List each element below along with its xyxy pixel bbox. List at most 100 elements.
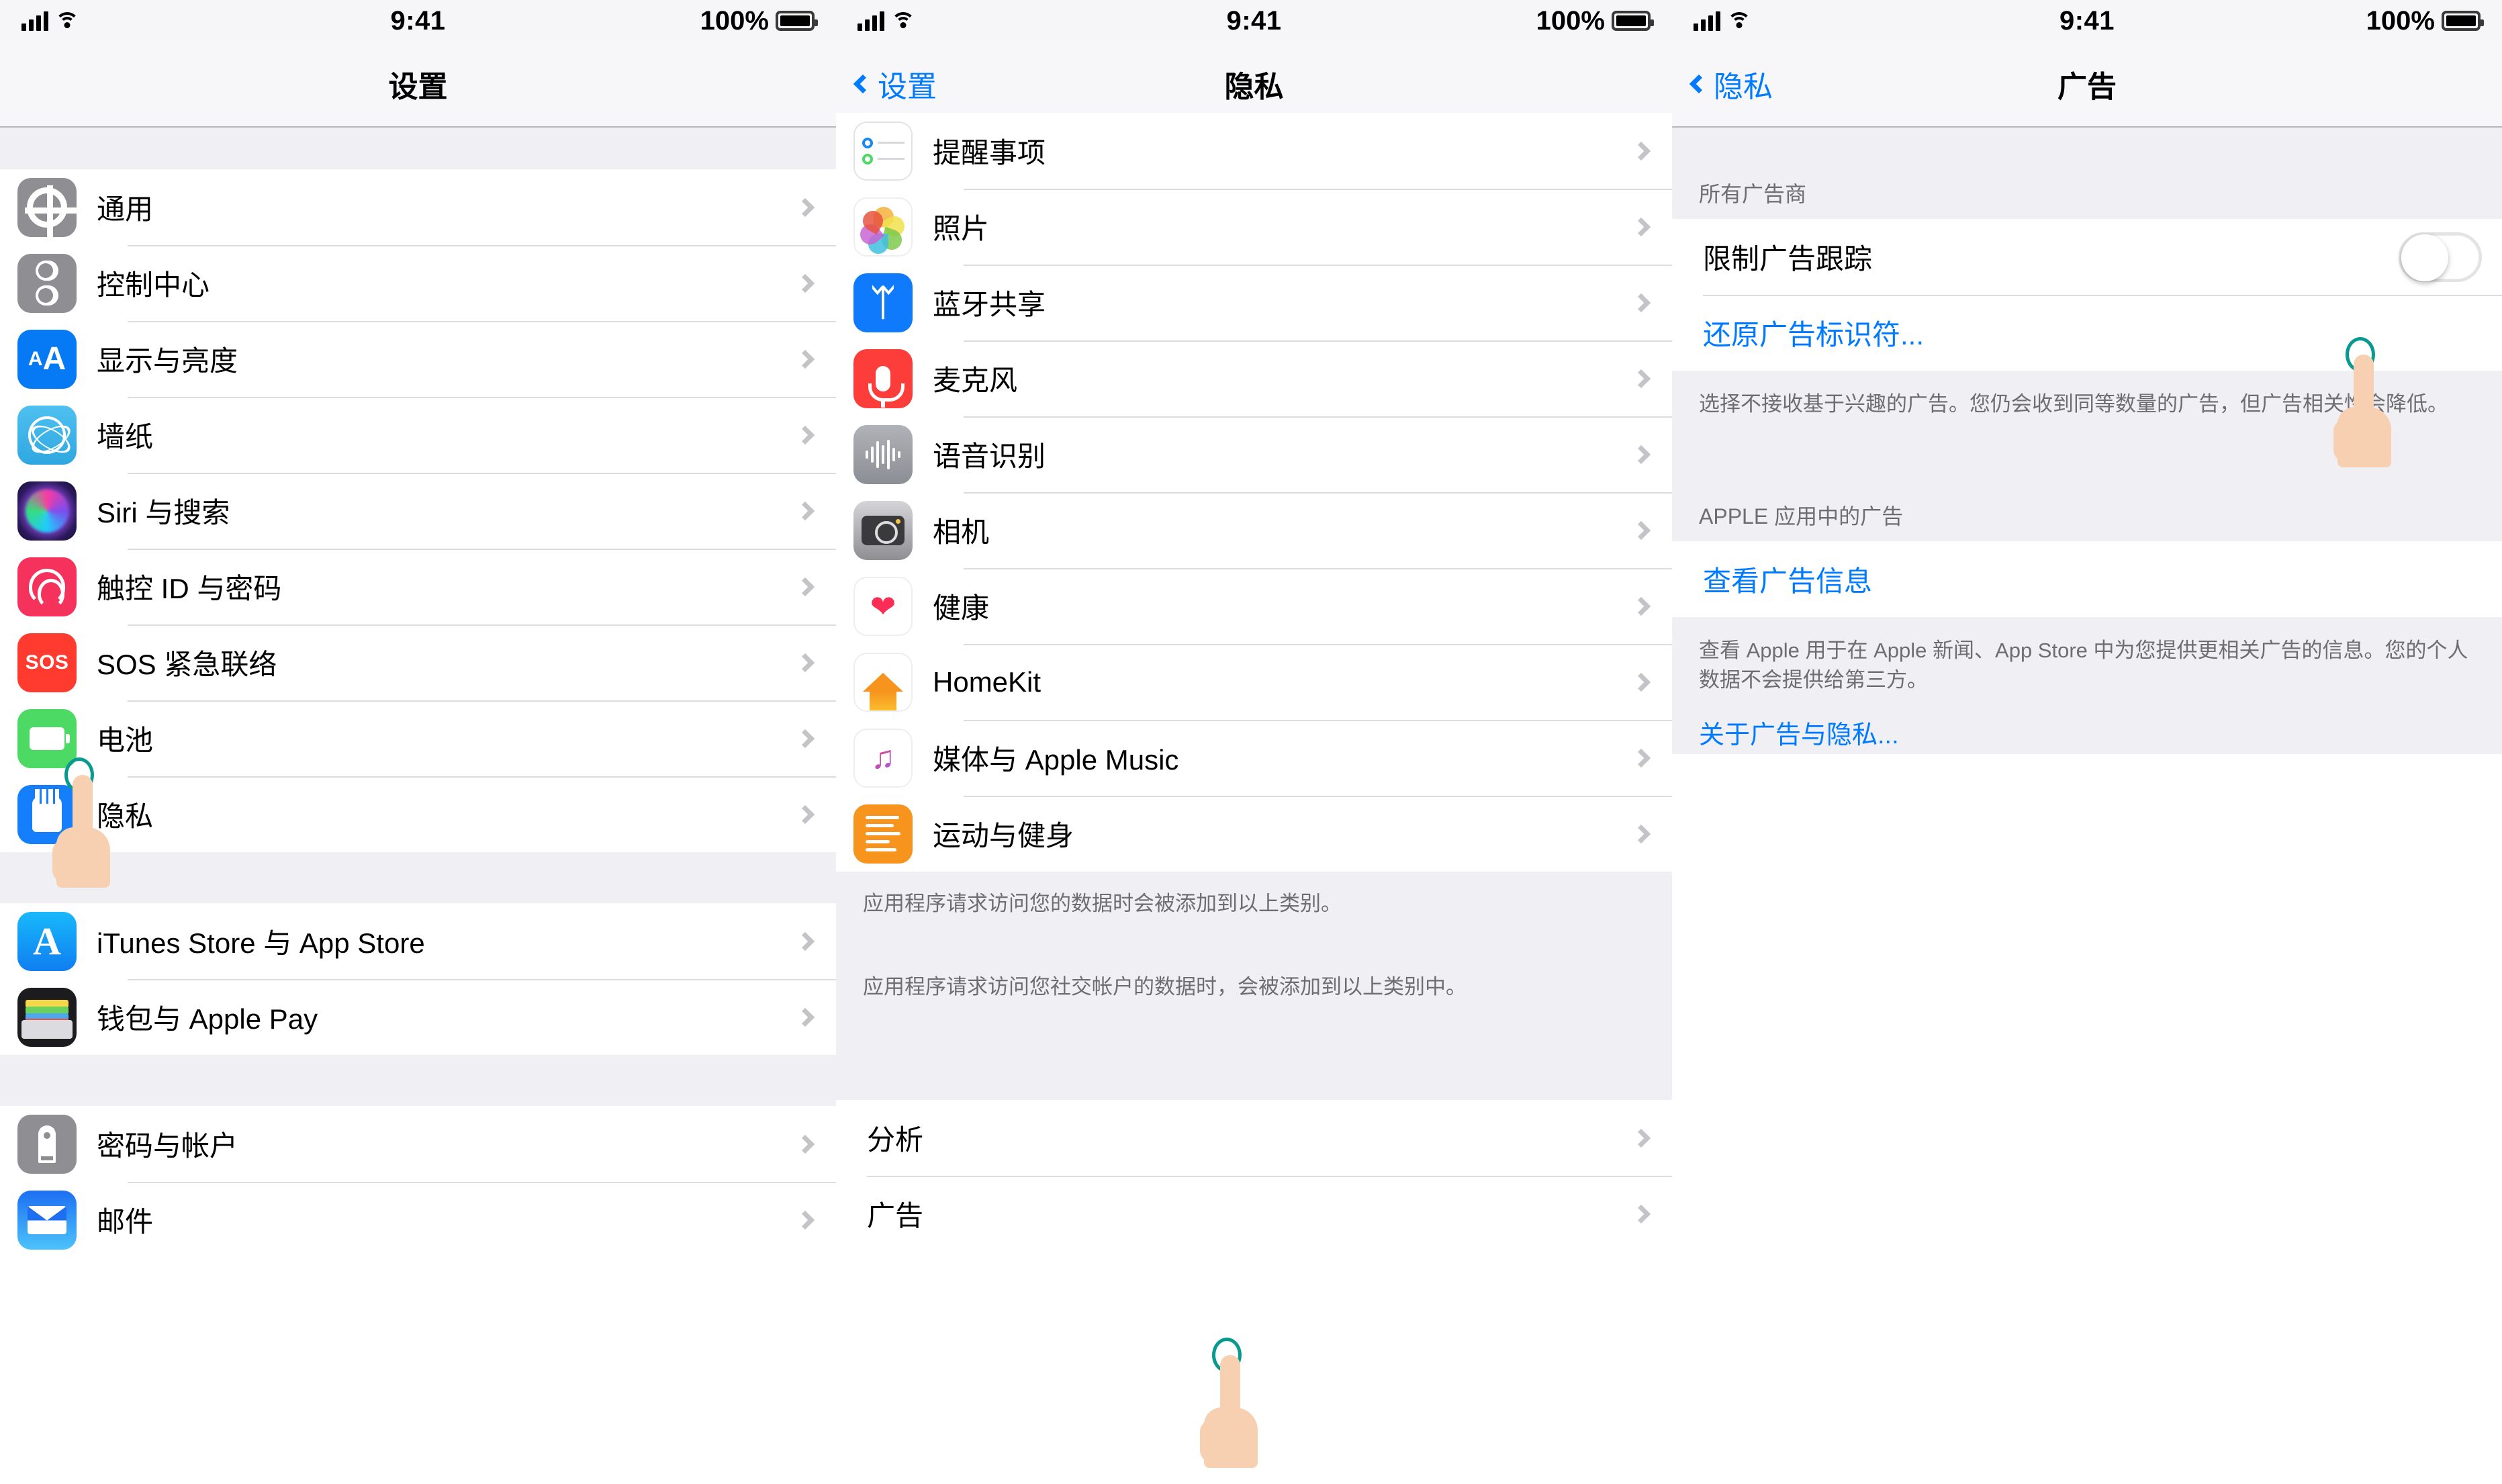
battery-icon: [775, 11, 818, 31]
section-header-all-advertisers: 所有广告商: [1672, 128, 2502, 219]
list-item-homekit[interactable]: HomeKit: [836, 644, 1672, 720]
status-time: 9:41: [2059, 5, 2115, 36]
back-button[interactable]: 隐私: [1672, 62, 1773, 105]
bluetooth-icon: ᛠ: [853, 273, 913, 332]
list-item-photos[interactable]: 照片: [836, 189, 1672, 265]
sidebar-item-control-center[interactable]: 控制中心: [0, 245, 836, 321]
chevron-right-icon: [795, 501, 815, 520]
wifi-icon: [1727, 12, 1751, 31]
back-button[interactable]: 设置: [836, 62, 937, 105]
settings-group-1: 通用 控制中心 AA 显示与亮度 墙纸 Siri 与搜索 触控 ID 与密码 S…: [0, 169, 836, 852]
about-ads-privacy-link[interactable]: 关于广告与隐私...: [1672, 718, 2502, 754]
list-item-analytics[interactable]: 分析: [836, 1100, 1672, 1176]
row-label: iTunes Store 与 App Store: [97, 927, 425, 959]
chevron-right-icon: [795, 1007, 815, 1027]
group-separator: [0, 1055, 836, 1106]
finger-icon: [1220, 1355, 1240, 1436]
sidebar-item-display-brightness[interactable]: AA 显示与亮度: [0, 321, 836, 397]
control-center-icon: [17, 253, 77, 313]
sidebar-item-battery[interactable]: 电池: [0, 700, 836, 776]
row-label: 还原广告标识符...: [1703, 319, 1925, 351]
advertising-footnote-2: 查看 Apple 用于在 Apple 新闻、App Store 中为您提供更相关…: [1672, 617, 2502, 718]
status-time: 9:41: [390, 5, 446, 36]
battery-percent-label: 100%: [1536, 5, 1605, 36]
list-item-motion-fitness[interactable]: 运动与健身: [836, 796, 1672, 872]
status-right: 100%: [553, 5, 818, 36]
wifi-icon: [891, 12, 915, 31]
list-item-microphone[interactable]: 麦克风: [836, 340, 1672, 416]
sidebar-item-mail[interactable]: 邮件: [0, 1182, 836, 1258]
list-item-advertising[interactable]: 广告: [836, 1176, 1672, 1252]
view-ad-information-row[interactable]: 查看广告信息: [1672, 541, 2502, 617]
wallpaper-icon: [17, 405, 77, 465]
reset-advertising-identifier-row[interactable]: 还原广告标识符...: [1672, 295, 2502, 371]
chevron-right-icon: [1631, 445, 1651, 464]
sidebar-item-touch-id[interactable]: 触控 ID 与密码: [0, 549, 836, 624]
chevron-left-icon: [1689, 74, 1709, 94]
sidebar-item-privacy[interactable]: 隐私: [0, 776, 836, 852]
row-label: 限制广告跟踪: [1703, 243, 1873, 275]
cellular-signal-icon: [1694, 11, 1720, 31]
group-separator: [0, 852, 836, 903]
chevron-right-icon: [1631, 369, 1651, 388]
list-item-speech-recognition[interactable]: 语音识别: [836, 416, 1672, 492]
list-item-media-apple-music[interactable]: ♫ 媒体与 Apple Music: [836, 720, 1672, 796]
row-label: 通用: [97, 193, 154, 225]
chevron-right-icon: [795, 1134, 815, 1154]
chevron-right-icon: [795, 804, 815, 824]
chevron-right-icon: [795, 729, 815, 748]
chevron-right-icon: [795, 653, 815, 672]
list-item-reminders[interactable]: 提醒事项: [836, 113, 1672, 189]
sidebar-item-sos[interactable]: SOS SOS 紧急联络: [0, 624, 836, 700]
row-label: 控制中心: [97, 269, 210, 301]
advertising-group-2: 查看广告信息: [1672, 541, 2502, 617]
sidebar-item-general[interactable]: 通用: [0, 169, 836, 245]
list-top-gap: [0, 128, 836, 169]
sidebar-item-wallet-apple-pay[interactable]: 钱包与 Apple Pay: [0, 979, 836, 1055]
row-label: 运动与健身: [933, 820, 1074, 851]
list-item-health[interactable]: ❤ 健康: [836, 568, 1672, 644]
status-bar: 9:41 100%: [0, 0, 836, 42]
mail-icon: [17, 1190, 77, 1250]
speech-recognition-icon: [853, 424, 913, 484]
sidebar-item-itunes-app-store[interactable]: A iTunes Store 与 App Store: [0, 903, 836, 979]
settings-group-2: A iTunes Store 与 App Store 钱包与 Apple Pay: [0, 903, 836, 1055]
sidebar-item-passwords-accounts[interactable]: 密码与帐户: [0, 1106, 836, 1182]
battery-icon: [1611, 11, 1654, 31]
sidebar-item-wallpaper[interactable]: 墙纸: [0, 397, 836, 473]
thumb-icon: [1200, 1420, 1223, 1463]
sidebar-item-siri-search[interactable]: Siri 与搜索: [0, 473, 836, 549]
limit-ad-tracking-row[interactable]: 限制广告跟踪: [1672, 219, 2502, 295]
list-item-camera[interactable]: 相机: [836, 492, 1672, 568]
battery-icon: [2441, 11, 2484, 31]
chevron-right-icon: [795, 349, 815, 369]
row-label: 显示与亮度: [97, 345, 238, 377]
row-label: 麦克风: [933, 365, 1018, 396]
row-label: 健康: [933, 592, 990, 624]
limit-ad-tracking-toggle[interactable]: [2399, 232, 2482, 282]
row-label: 广告: [867, 1200, 924, 1232]
list-item-bluetooth-sharing[interactable]: ᛠ 蓝牙共享: [836, 265, 1672, 340]
advertising-group-1: 限制广告跟踪 还原广告标识符...: [1672, 219, 2502, 371]
palm-icon: [1204, 1407, 1258, 1468]
row-label: 相机: [933, 516, 990, 548]
row-label: 邮件: [97, 1206, 154, 1238]
row-label: 密码与帐户: [97, 1130, 238, 1162]
back-button-label: 隐私: [1714, 71, 1773, 103]
battery-icon: [17, 708, 77, 768]
chevron-right-icon: [795, 273, 815, 293]
row-label: 分析: [867, 1124, 924, 1156]
battery-percent-label: 100%: [700, 5, 769, 36]
status-left: [858, 11, 1119, 31]
chevron-right-icon: [795, 931, 815, 951]
key-icon: [17, 1114, 77, 1174]
chevron-left-icon: [853, 74, 873, 94]
chevron-right-icon: [1631, 217, 1651, 236]
status-left: [21, 11, 283, 31]
chevron-right-icon: [1631, 748, 1651, 768]
privacy-footnote-2: 应用程序请求访问您社交帐户的数据时，会被添加到以上类别中。: [836, 972, 1672, 1100]
status-time: 9:41: [1226, 5, 1282, 36]
nav-bar: 设置: [0, 42, 836, 128]
page-title: 隐私: [1224, 71, 1284, 103]
section-header-apple-apps-ads: APPLE 应用中的广告: [1672, 489, 2502, 541]
